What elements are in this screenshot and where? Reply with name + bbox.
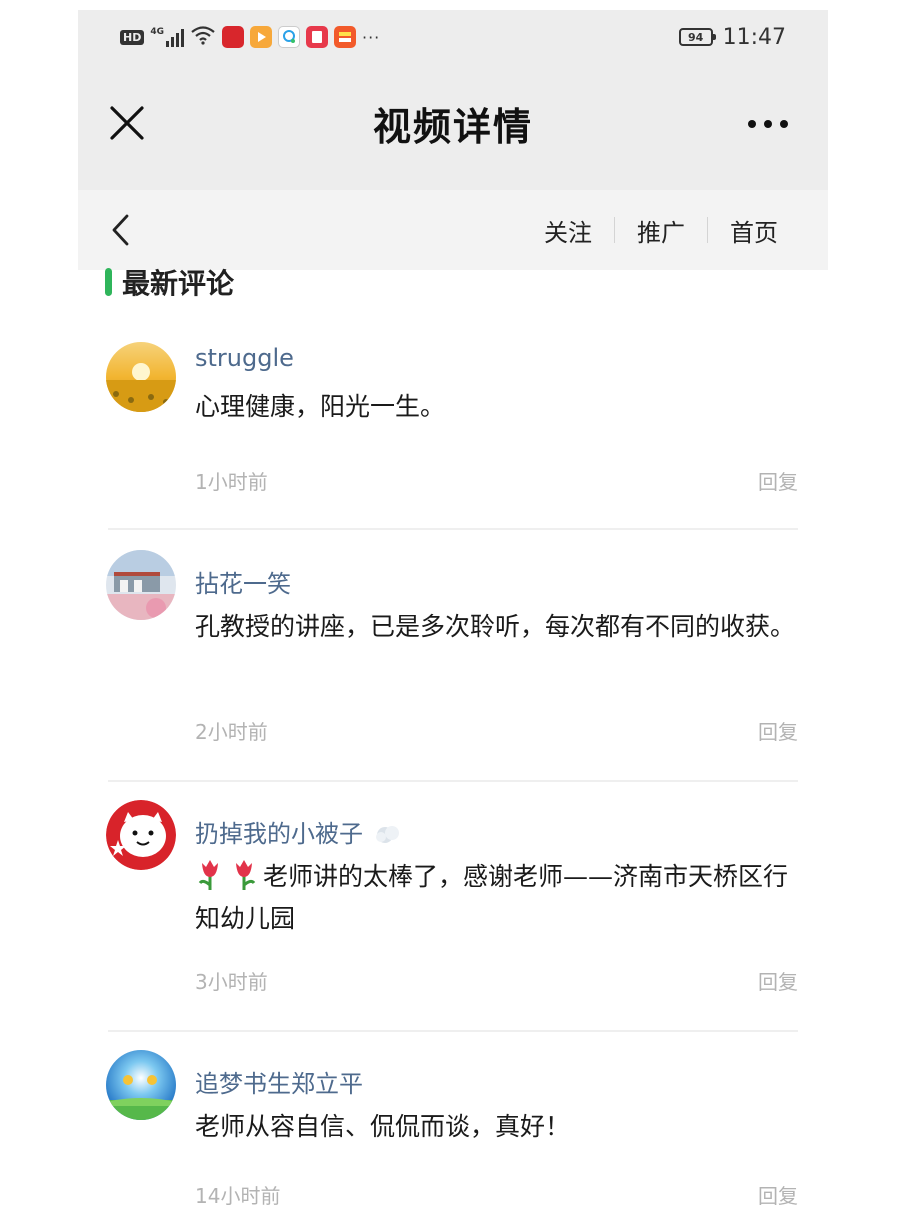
comment-text: 老师从容自信、侃侃而谈，真好！	[195, 1112, 571, 1141]
phone-screen: HD 4G ··· 94 11:47 视频详情 关注 推广 首页 最新评论 st…	[78, 10, 828, 1214]
reply-button[interactable]: 回复	[758, 966, 798, 995]
comment-author[interactable]: 追梦书生郑立平	[195, 1064, 363, 1099]
comment-text: 心理健康，阳光一生。	[195, 392, 446, 421]
more-button[interactable]	[738, 102, 798, 146]
chevron-left-icon	[112, 214, 129, 246]
video-app-icon	[250, 26, 272, 48]
more-dot-icon	[780, 120, 788, 128]
comment-text: 孔教授的讲座，已是多次聆听，每次都有不同的收获。	[195, 612, 796, 641]
follow-link[interactable]: 关注	[522, 213, 614, 248]
cloud-emoji-icon	[373, 822, 403, 852]
avatar[interactable]	[106, 342, 176, 412]
app-notification-icon	[222, 26, 244, 48]
page-title: 视频详情	[372, 105, 533, 149]
comment-time: 14小时前	[195, 1184, 281, 1208]
home-link[interactable]: 首页	[708, 213, 800, 248]
section-header: 最新评论	[105, 262, 234, 302]
status-time: 11:47	[722, 24, 786, 50]
comment-time: 3小时前	[195, 970, 268, 994]
comment-time: 2小时前	[195, 720, 268, 744]
title-bar: 视频详情	[78, 68, 828, 190]
chat-app-icon	[278, 26, 300, 48]
tulip-emoji-icon	[229, 857, 259, 891]
avatar[interactable]	[106, 1050, 176, 1120]
comment-divider	[108, 780, 798, 782]
comment-text-body: 老师讲的太棒了，感谢老师——济南市天桥区行知幼儿园	[195, 862, 789, 933]
status-bar: HD 4G ··· 94 11:47	[78, 10, 828, 68]
news-app-icon	[334, 26, 356, 48]
subnav-links: 关注 推广 首页	[522, 190, 800, 270]
avatar[interactable]	[106, 800, 176, 870]
more-notifications-icon: ···	[362, 27, 381, 47]
more-dot-icon	[764, 120, 772, 128]
sub-nav: 关注 推广 首页	[78, 190, 828, 270]
reply-button[interactable]: 回复	[758, 1180, 798, 1209]
comment-divider	[108, 528, 798, 530]
comment-author[interactable]: 拈花一笑	[195, 564, 291, 599]
reply-button[interactable]: 回复	[758, 716, 798, 745]
section-title: 最新评论	[122, 267, 235, 300]
signal-icon: 4G	[150, 27, 184, 47]
hd-badge: HD	[120, 29, 145, 45]
status-left: HD 4G ···	[120, 24, 380, 50]
comment-time: 1小时前	[195, 470, 268, 494]
book-app-icon	[306, 26, 328, 48]
reply-button[interactable]: 回复	[758, 466, 798, 495]
tulip-emoji-icon	[195, 857, 225, 891]
wifi-icon	[190, 25, 216, 49]
back-button[interactable]	[100, 208, 140, 252]
comment-divider	[108, 1030, 798, 1032]
avatar[interactable]	[106, 550, 176, 620]
section-accent-bar	[105, 268, 112, 296]
comment-author[interactable]: 扔掉我的小被子	[195, 814, 403, 852]
status-right: 94 11:47	[678, 22, 786, 52]
battery-icon: 94	[678, 28, 716, 46]
promote-link[interactable]: 推广	[615, 213, 707, 248]
comment-author-text: 扔掉我的小被子	[195, 820, 363, 848]
more-dot-icon	[748, 120, 756, 128]
comment-text: 老师讲的太棒了，感谢老师——济南市天桥区行知幼儿园	[195, 856, 805, 940]
comment-author[interactable]: struggle	[195, 344, 294, 372]
